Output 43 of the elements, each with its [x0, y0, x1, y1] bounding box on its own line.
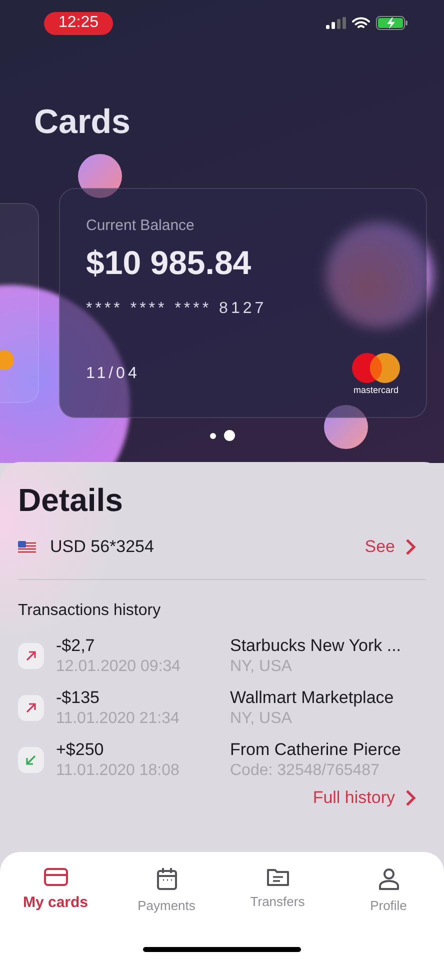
page-dot[interactable]	[224, 430, 234, 441]
overlapping-circles-logo	[352, 353, 400, 383]
balance-amount: $10 985.84	[86, 244, 252, 282]
gradient-sphere	[324, 405, 368, 449]
balance-label: Current Balance	[86, 217, 196, 234]
full-history-link[interactable]: Full history	[312, 788, 426, 808]
bank-card[interactable]: Current Balance $10 985.84 **** **** **** 8127 11/04 mastercard	[59, 188, 427, 418]
tab-bar-item[interactable]: Profile	[338, 868, 438, 920]
card-expiry: 11/04	[86, 365, 140, 383]
chevron-right-icon	[405, 538, 416, 556]
arrow-up-right-icon	[25, 702, 37, 714]
folder-icon	[266, 868, 288, 886]
transaction-name: Wallmart Marketplace	[230, 688, 395, 708]
tab-bar-item[interactable]: My cards	[6, 868, 106, 920]
arrow-up-right-icon	[25, 650, 37, 662]
tab-bar-item[interactable]: Payments	[116, 868, 216, 920]
person-icon	[378, 868, 398, 890]
tab-bar-item[interactable]: Transfers	[228, 868, 328, 920]
card-brand: mastercard	[353, 385, 398, 395]
page-title: Cards	[34, 103, 132, 142]
card-number: **** **** **** 8127	[86, 300, 268, 318]
transaction-name: Starbucks New York ...	[230, 636, 402, 656]
transaction-amount: -$135	[56, 688, 100, 708]
card-icon	[44, 868, 68, 886]
page-dot[interactable]	[210, 432, 216, 438]
signal-icon	[326, 17, 346, 29]
chevron-right-icon	[405, 789, 416, 807]
card-logo	[0, 350, 14, 370]
section-heading: Transactions history	[18, 602, 162, 620]
battery-charging-icon	[376, 16, 408, 30]
transaction-name: From Catherine Pierce	[230, 740, 402, 760]
transaction-amount: -$2,7	[56, 636, 96, 656]
gradient-sphere	[78, 154, 122, 198]
section-title: Details	[18, 482, 124, 519]
card-preview[interactable]	[0, 203, 39, 403]
flag-icon	[18, 540, 36, 554]
status-time: 12:25	[44, 12, 113, 34]
see-link[interactable]: See	[364, 537, 426, 557]
account-number: USD 56*3254	[50, 537, 155, 557]
calendar-icon	[156, 868, 176, 890]
wifi-icon	[352, 16, 370, 30]
transaction-amount: +$250	[56, 740, 105, 760]
arrow-down-left-icon	[25, 754, 37, 766]
